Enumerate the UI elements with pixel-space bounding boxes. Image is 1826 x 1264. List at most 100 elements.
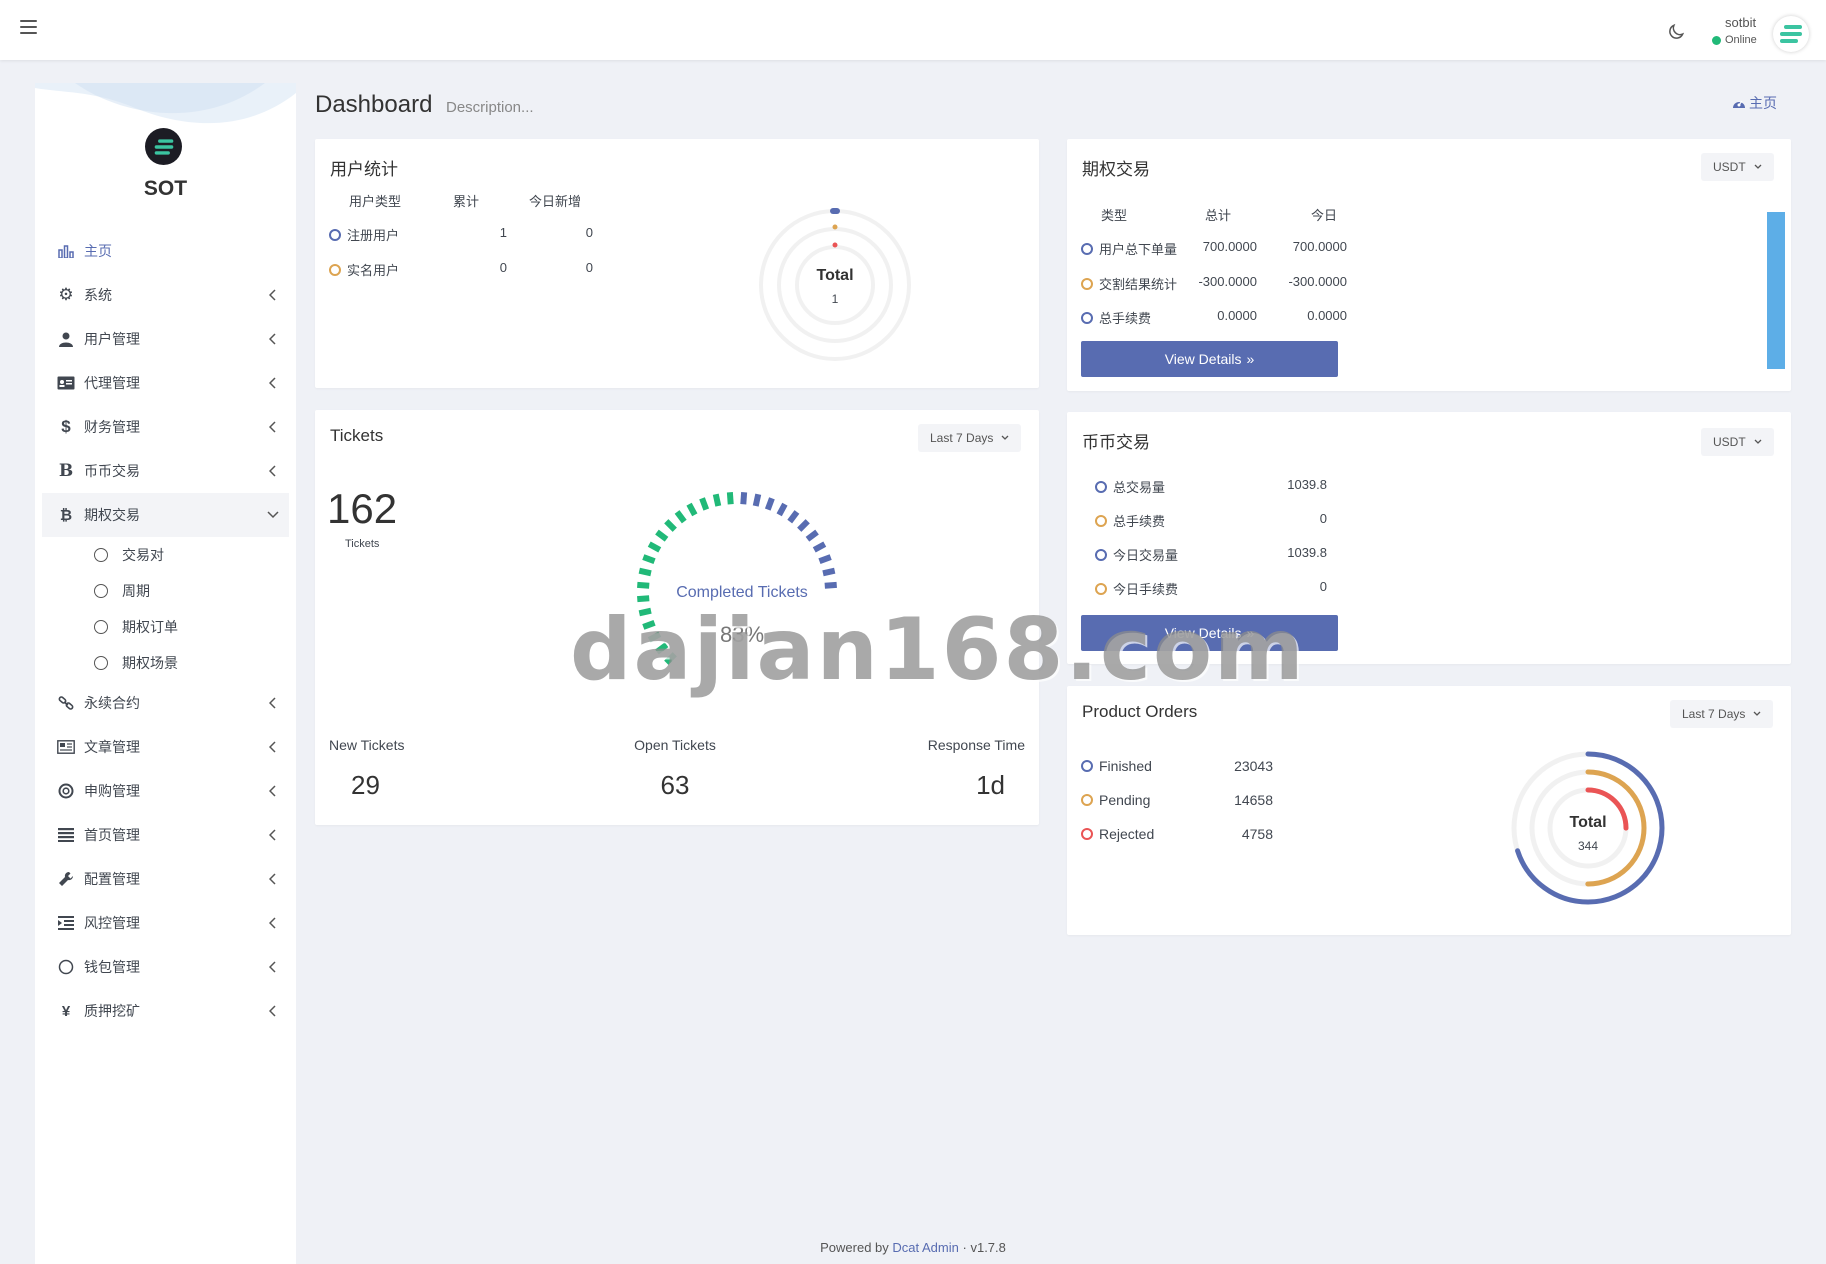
legend-dot-icon [329,228,341,241]
gauge-segment [655,529,669,542]
legend-dot-icon [329,263,341,276]
gauge-segment [664,519,677,532]
list-item: Finished [1081,758,1152,774]
gauge-segment [805,529,819,542]
sidebar-item-perpetual[interactable]: 永续合约 [42,681,289,725]
list-value: 0 [1319,579,1327,594]
view-details-button[interactable]: View Details » [1081,615,1338,651]
user-name[interactable]: sotbit [1725,15,1756,30]
chevron-left-icon [269,333,276,345]
chevron-down-icon [1001,435,1009,440]
brand-logo[interactable] [145,128,182,165]
table-row: 交割结果统计 [1081,274,1177,293]
gauge-segment [822,567,836,577]
brand-logo-icon [1780,25,1802,43]
sidebar-item-system[interactable]: ⚙ 系统 [42,273,289,317]
card-title: 用户统计 [330,160,398,179]
card-title: 币币交易 [1082,433,1150,452]
sidebar-item-home[interactable]: 主页 [42,229,289,273]
gauge-segment [637,581,650,589]
column-header: 总计 [1205,208,1232,223]
legend-dot-icon [1095,582,1107,595]
sidebar-item-homepage[interactable]: 首页管理 [42,813,289,857]
bitcoin-icon: ₿ [59,506,73,524]
user-total-radial-chart [759,208,911,361]
gauge-segment [712,493,722,507]
currency-dropdown[interactable]: USDT [1701,428,1774,456]
gauge-segment [740,492,748,505]
submenu-item-orders[interactable]: 期权订单 [42,609,289,645]
gauge-segment [818,554,832,565]
gauge-segment [699,497,710,511]
table-row: 注册用户 [329,225,399,244]
list-item: 今日手续费 [1095,579,1178,598]
period-dropdown[interactable]: Last 7 Days [918,424,1022,452]
sidebar: SOT 主页 ⚙ 系统 用户管理 代理管理 $ 财务管理 B 币币交易 ₿ 期权… [35,83,296,1264]
list-item: 总手续费 [1095,511,1165,530]
legend-dot-icon [1095,548,1107,561]
card-title: Product Orders [1082,702,1198,721]
chevron-down-icon [1753,711,1761,716]
period-dropdown[interactable]: Last 7 Days [1670,700,1774,728]
chevron-left-icon [269,1005,276,1017]
chevron-left-icon [269,377,276,389]
chevron-left-icon [269,697,276,709]
list-value: 1039.8 [1287,545,1327,560]
legend-dot-icon [1081,828,1093,840]
link-icon [56,693,76,713]
ticket-count: 162 [327,485,398,532]
submenu-item-period[interactable]: 周期 [42,573,289,609]
table-row: 总手续费 [1081,308,1151,327]
row-today: 0 [585,260,593,275]
circle-icon [94,584,108,598]
legend-dot-icon [1095,480,1107,493]
row-total: 700.0000 [1202,239,1257,254]
row-total: -300.0000 [1198,274,1257,289]
online-dot-icon [1712,35,1721,45]
product-orders-card: Product Orders Last 7 Days Finished 2304… [1067,686,1791,935]
chevron-left-icon [269,421,276,433]
sidebar-item-subscription[interactable]: 申购管理 [42,769,289,813]
sidebar-item-options-trading[interactable]: ₿ 期权交易 [42,493,289,537]
wrench-icon [56,869,76,889]
legend-dot-icon [1081,311,1093,324]
sidebar-item-wallet[interactable]: 钱包管理 [42,945,289,989]
gauge-segment [642,619,656,630]
gauge-segment [638,567,652,577]
sidebar-item-agents[interactable]: 代理管理 [42,361,289,405]
submenu-item-scenes[interactable]: 期权场景 [42,645,289,681]
chart-center-label: Total [816,267,854,284]
gauge-segment [787,510,800,524]
menu-toggle-icon[interactable] [20,20,37,36]
avatar[interactable] [1773,16,1809,52]
sidebar-item-users[interactable]: 用户管理 [42,317,289,361]
sidebar-item-staking[interactable]: ¥ 质押挖矿 [42,989,289,1033]
row-today: 0.0000 [1307,308,1347,323]
lifebuoy-icon [56,781,76,801]
ticket-count-label: Tickets [345,538,380,550]
submenu-item-pairs[interactable]: 交易对 [42,537,289,573]
dark-mode-moon-icon[interactable] [1666,22,1686,42]
breadcrumb[interactable]: 主页 [1732,93,1777,113]
sidebar-wave-decoration [35,83,296,124]
legend-dot-icon [1081,794,1093,806]
sidebar-item-config[interactable]: 配置管理 [42,857,289,901]
circle-icon [94,620,108,634]
sidebar-item-risk[interactable]: 风控管理 [42,901,289,945]
gauge-segment [655,642,669,655]
legend-dot-icon [1081,277,1093,290]
dollar-icon: $ [61,417,71,436]
sidebar-item-coin-trading[interactable]: B 币币交易 [42,449,289,493]
list-item: Rejected [1081,826,1154,842]
gauge-segment [812,541,827,553]
footer-link[interactable]: Dcat Admin [892,1240,958,1255]
column-header: 今日 [1311,208,1338,223]
chevron-down-icon [1754,439,1762,444]
currency-dropdown[interactable]: USDT [1701,153,1774,181]
sidebar-item-articles[interactable]: 文章管理 [42,725,289,769]
chart-center-label: Total [1569,814,1607,831]
view-details-button[interactable]: View Details » [1081,341,1338,377]
sidebar-item-finance[interactable]: $ 财务管理 [42,405,289,449]
chevron-left-icon [269,741,276,753]
gauge-segment [638,607,652,617]
